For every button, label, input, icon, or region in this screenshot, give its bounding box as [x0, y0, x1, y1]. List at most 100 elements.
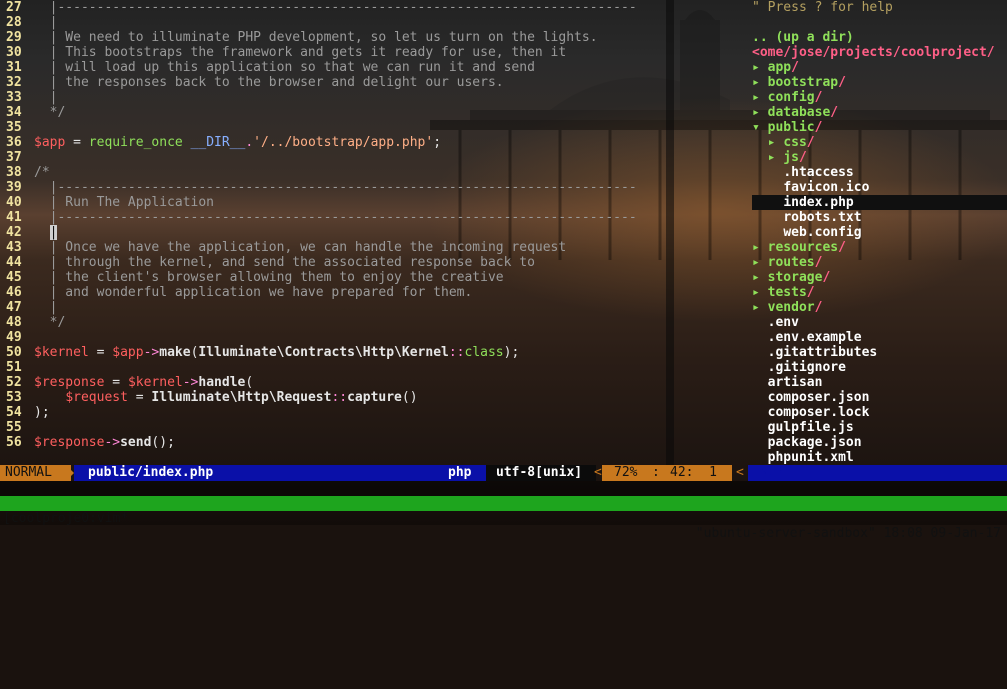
code-token: Illuminate\Http\Request	[151, 390, 332, 405]
collapsed-arrow-icon[interactable]: ▸	[768, 135, 784, 150]
nerdtree-file[interactable]: composer.lock	[752, 405, 870, 420]
collapsed-arrow-icon[interactable]: ▸	[752, 105, 768, 120]
nerdtree-pane[interactable]: " Press ? for help .. (up a dir) <ome/jose…	[674, 0, 1007, 465]
nerdtree-directory[interactable]: ▸ vendor/	[752, 300, 822, 315]
code-token: ();	[151, 435, 175, 450]
nerdtree-directory[interactable]: ▸ css/	[752, 135, 815, 150]
nerdtree-directory[interactable]: ▸ config/	[752, 90, 822, 105]
collapsed-arrow-icon[interactable]: ▸	[752, 270, 768, 285]
collapsed-arrow-icon[interactable]: ▸	[752, 300, 768, 315]
code-token: | through the kernel, and send the assoc…	[34, 255, 535, 270]
nerdtree-file[interactable]: .env.example	[752, 330, 862, 345]
directory-name: app	[767, 60, 792, 75]
directory-name: database	[767, 105, 831, 120]
collapsed-arrow-icon[interactable]: ▸	[752, 255, 768, 270]
nerdtree-file[interactable]: phpunit.xml	[752, 450, 854, 465]
window-split-divider[interactable]	[666, 0, 674, 465]
code-line[interactable]: 51	[0, 360, 34, 375]
file-name: favicon.ico	[783, 180, 870, 195]
code-line[interactable]: 29 | We need to illuminate PHP developme…	[0, 30, 598, 45]
nerdtree-file[interactable]: index.php	[752, 195, 1007, 210]
code-line[interactable]: 27 |------------------------------------…	[0, 0, 637, 15]
code-line[interactable]: 31 | will load up this application so th…	[0, 60, 535, 75]
collapsed-arrow-icon[interactable]: ▸	[752, 285, 768, 300]
code-line[interactable]: 34 */	[0, 105, 65, 120]
directory-name: js	[783, 150, 799, 165]
nerdtree-directory[interactable]: ▸ tests/	[752, 285, 815, 300]
code-line[interactable]: 45 | the client's browser allowing them …	[0, 270, 504, 285]
code-line[interactable]: 46 | and wonderful application we have p…	[0, 285, 472, 300]
code-line[interactable]: 35	[0, 120, 34, 135]
code-line[interactable]: 33 |	[0, 90, 57, 105]
code-line[interactable]: 56 $response->send();	[0, 435, 175, 450]
code-token: =	[65, 135, 89, 150]
line-number: 45	[6, 270, 22, 285]
collapsed-arrow-icon[interactable]: ▸	[752, 240, 768, 255]
line-number: 28	[6, 15, 22, 30]
nerdtree-file[interactable]: artisan	[752, 375, 823, 390]
nerdtree-directory[interactable]: ▸ database/	[752, 105, 838, 120]
code-line[interactable]: 44 | through the kernel, and send the as…	[0, 255, 535, 270]
separator-right: <	[736, 465, 744, 480]
nerdtree-directory[interactable]: ▸ storage/	[752, 270, 830, 285]
nerdtree-file[interactable]: .gitignore	[752, 360, 846, 375]
code-line[interactable]: 50 $kernel = $app->make(Illuminate\Contra…	[0, 345, 519, 360]
nerdtree-file[interactable]: favicon.ico	[752, 180, 869, 195]
collapsed-arrow-icon[interactable]: ▸	[752, 60, 768, 75]
code-line[interactable]: 47 |	[0, 300, 57, 315]
nerdtree-file[interactable]: web.config	[752, 225, 861, 240]
nerdtree-directory[interactable]: ▸ routes/	[752, 255, 822, 270]
nerdtree-directory[interactable]: ▸ bootstrap/	[752, 75, 846, 90]
nerdtree-directory[interactable]: ▸ app/	[752, 60, 799, 75]
nerdtree-file[interactable]: package.json	[752, 435, 862, 450]
mode-indicator: NORMAL	[0, 465, 71, 481]
code-line[interactable]: 30 | This bootstraps the framework and g…	[0, 45, 566, 60]
code-line[interactable]: 40 | Run The Application	[0, 195, 214, 210]
collapsed-arrow-icon[interactable]: ▸	[752, 75, 768, 90]
nerdtree-directory[interactable]: ▸ resources/	[752, 240, 846, 255]
line-number: 46	[6, 285, 22, 300]
nerdtree-file[interactable]: .env	[752, 315, 799, 330]
nerdtree-up-dir[interactable]: .. (up a dir)	[752, 30, 854, 45]
nerdtree-file[interactable]: gulpfile.js	[752, 420, 854, 435]
file-name: robots.txt	[783, 210, 862, 225]
code-line[interactable]: 41 |------------------------------------…	[0, 210, 637, 225]
code-line[interactable]: 54);	[0, 405, 50, 420]
expanded-arrow-icon[interactable]: ▾	[752, 120, 768, 135]
code-line[interactable]: 49	[0, 330, 34, 345]
line-number: 33	[6, 90, 22, 105]
code-line[interactable]: 32 | the responses back to the browser a…	[0, 75, 504, 90]
code-token: $kernel	[127, 375, 183, 390]
vim-editor-pane[interactable]: 27 |------------------------------------…	[0, 0, 666, 465]
code-line[interactable]: 42 |	[0, 225, 58, 240]
code-line[interactable]: 36 $app = require_once __DIR__.'/../boots…	[0, 135, 441, 150]
nerdtree-file[interactable]: robots.txt	[752, 210, 862, 225]
collapsed-arrow-icon[interactable]: ▸	[752, 90, 768, 105]
code-line[interactable]: 28 |	[0, 15, 57, 30]
nerdtree-file[interactable]: .htaccess	[752, 165, 853, 180]
directory-name: public	[767, 120, 815, 135]
file-name: composer.json	[767, 390, 870, 405]
nerdtree-directory[interactable]: ▾ public/	[752, 120, 822, 135]
code-line[interactable]: 48 */	[0, 315, 65, 330]
code-line[interactable]: 55	[0, 420, 34, 435]
tmux-session-window[interactable]: [coolproje0:vim*	[3, 511, 128, 526]
code-line[interactable]: 38 /*	[0, 165, 50, 180]
collapsed-arrow-icon[interactable]: ▸	[768, 150, 784, 165]
code-token: |---------------------------------------…	[34, 210, 637, 225]
directory-name: tests	[767, 285, 807, 300]
text-cursor: |	[49, 225, 58, 240]
command-line[interactable]	[0, 481, 1007, 496]
code-line[interactable]: 53 $request = Illuminate\Http\Request::c…	[0, 390, 418, 405]
code-token: /*	[34, 165, 50, 180]
nerdtree-file[interactable]: .gitattributes	[752, 345, 878, 360]
line-number: 54	[6, 405, 22, 420]
code-line[interactable]: 43 | Once we have the application, we ca…	[0, 240, 566, 255]
nerdtree-directory[interactable]: ▸ js/	[752, 150, 807, 165]
code-line[interactable]: 37	[0, 150, 34, 165]
code-token: require_once	[88, 135, 183, 150]
nerdtree-file[interactable]: composer.json	[752, 390, 870, 405]
code-line[interactable]: 39 |------------------------------------…	[0, 180, 637, 195]
code-line[interactable]: 52 $response = $kernel->handle(	[0, 375, 253, 390]
